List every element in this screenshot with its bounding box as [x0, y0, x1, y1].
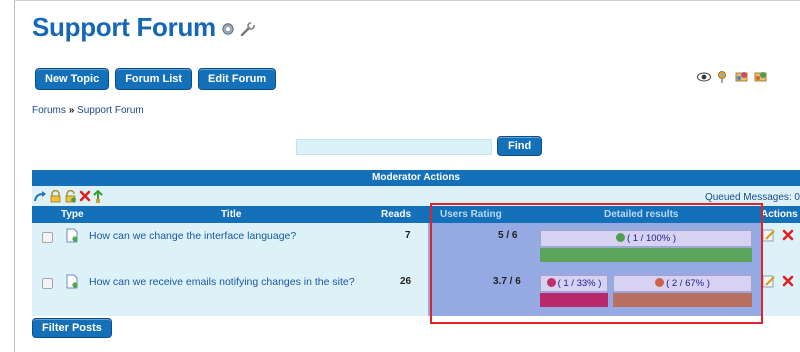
breadcrumb-separator: » [68, 105, 75, 116]
unlock-icon[interactable] [64, 189, 77, 206]
header-reads[interactable]: Reads [381, 206, 411, 223]
header-type[interactable]: Type [61, 206, 84, 223]
page-frame-top-border [14, 0, 800, 1]
edit-forum-button[interactable]: Edit Forum [198, 68, 277, 90]
delete-icon[interactable] [782, 275, 794, 290]
topic-document-icon [66, 274, 79, 292]
topic-title-link[interactable]: How can we receive emails notifying chan… [89, 276, 355, 288]
title-icons [222, 22, 256, 36]
new-topic-button[interactable]: New Topic [35, 68, 110, 90]
find-button[interactable]: Find [497, 136, 543, 156]
page-title: Support Forum [32, 12, 216, 42]
page-frame-left-border [14, 0, 15, 352]
row-select-checkbox[interactable] [42, 232, 53, 243]
edit-icon[interactable] [762, 274, 776, 291]
topic-title-link[interactable]: How can we change the interface language… [89, 230, 296, 242]
topic-document-icon [66, 228, 79, 246]
edit-icon[interactable] [762, 228, 776, 245]
lock-icon[interactable] [49, 189, 62, 206]
queued-messages-count[interactable]: Queued Messages: 0 [705, 192, 800, 203]
breadcrumb-current[interactable]: Support Forum [77, 105, 144, 116]
breadcrumb-forums-link[interactable]: Forums [32, 105, 66, 116]
forum-list-button[interactable]: Forum List [115, 68, 193, 90]
archive-icon[interactable] [93, 189, 103, 207]
filter-posts-button[interactable]: Filter Posts [32, 318, 112, 338]
row-select-checkbox[interactable] [42, 278, 53, 289]
forum-toolbar: New Topic Forum List Edit Forum [35, 68, 277, 90]
subscribe-icon[interactable] [734, 70, 750, 84]
move-arrow-icon[interactable] [34, 190, 47, 205]
delete-icon[interactable] [782, 229, 794, 244]
forum-options-icons [696, 70, 769, 84]
reads-count: 7 [405, 230, 411, 241]
rss-group-icon[interactable] [753, 70, 769, 84]
moderator-actions-bar: Moderator Actions [32, 170, 800, 186]
reads-count: 26 [400, 276, 412, 287]
breadcrumb: Forums » Support Forum [32, 105, 144, 116]
header-title[interactable]: Title [221, 206, 241, 223]
header-actions: Actions [761, 209, 798, 220]
user-pin-icon[interactable] [715, 70, 731, 84]
help-icon[interactable] [222, 23, 234, 35]
search-input[interactable] [296, 139, 492, 155]
highlight-annotation-box [430, 203, 763, 324]
watch-eye-icon[interactable] [696, 70, 712, 84]
wrench-icon[interactable] [240, 22, 256, 36]
delete-x-icon[interactable] [79, 190, 91, 205]
